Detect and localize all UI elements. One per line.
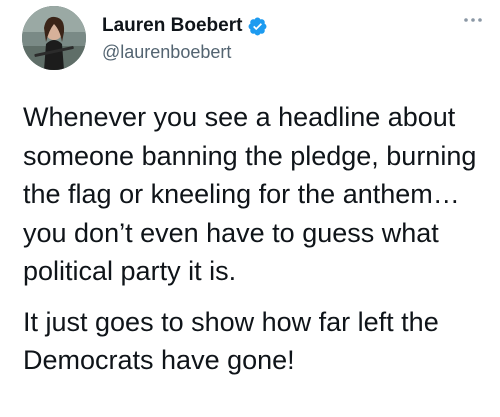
- avatar[interactable]: [22, 6, 86, 70]
- verified-badge-icon: [248, 17, 267, 35]
- name-row: Lauren Boebert: [102, 14, 268, 38]
- tweet-paragraph: Whenever you see a headline about someon…: [23, 102, 477, 286]
- tweet-text: Whenever you see a headline about someon…: [23, 98, 488, 380]
- avatar-photo: [22, 6, 86, 70]
- more-options-icon[interactable]: [462, 14, 484, 26]
- tweet-paragraph: It just goes to show how far left the De…: [23, 306, 439, 376]
- tweet-card: Lauren Boebert @laurenboebert Whenever y…: [0, 0, 500, 417]
- display-name[interactable]: Lauren Boebert: [102, 15, 242, 37]
- handle[interactable]: @laurenboebert: [102, 42, 268, 63]
- tweet-header: Lauren Boebert @laurenboebert: [102, 14, 268, 63]
